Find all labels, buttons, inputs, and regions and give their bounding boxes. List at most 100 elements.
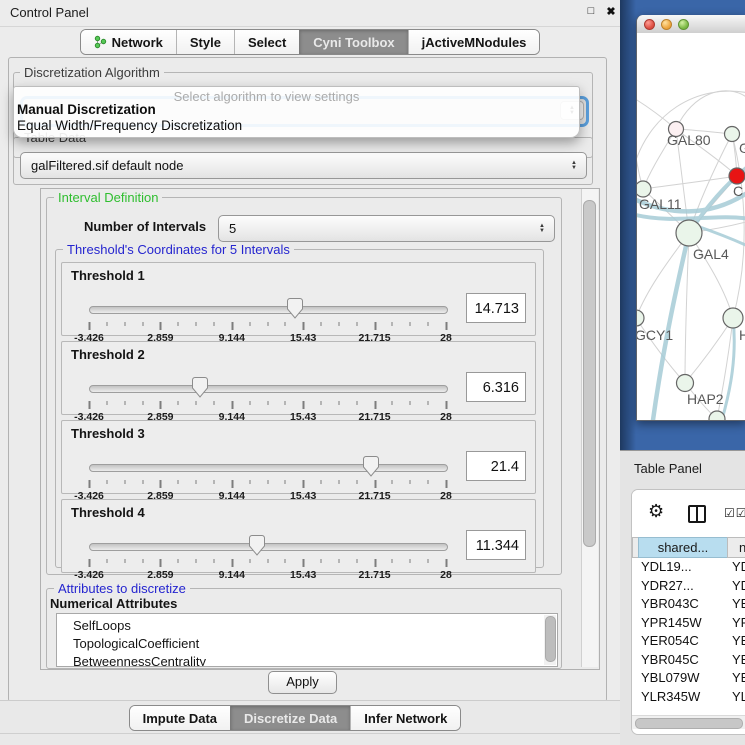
node-label: GA bbox=[739, 140, 745, 156]
close-panel-icon[interactable]: ✖ bbox=[604, 5, 618, 18]
network-node-hap2[interactable] bbox=[677, 375, 694, 392]
network-node-gal4[interactable] bbox=[676, 220, 702, 246]
cell-shared-name: YBR045C bbox=[641, 652, 699, 667]
network-canvas[interactable]: GAL80GACGAL11GAL4GCY1HHAP2 bbox=[637, 33, 745, 420]
close-window-icon[interactable] bbox=[644, 19, 655, 30]
table-hscrollbar-track[interactable] bbox=[632, 715, 745, 729]
table-header-row: shared...n bbox=[632, 537, 745, 558]
table-row[interactable]: YBL079WYBL0 bbox=[632, 669, 745, 688]
slider-thumb[interactable] bbox=[363, 456, 379, 477]
table-toolbar: ⚙ ☑☑ bbox=[632, 490, 745, 537]
numerical-attributes-label: Numerical Attributes bbox=[50, 596, 177, 611]
control-panel-title: Control Panel bbox=[10, 5, 89, 20]
attribute-item[interactable]: BetweennessCentrality bbox=[73, 653, 557, 667]
slider-tick-labels: -3.4262.8599.14415.4321.71528 bbox=[89, 481, 446, 493]
node-label: C bbox=[733, 183, 743, 199]
node-label: H bbox=[739, 327, 745, 343]
network-node-ga[interactable] bbox=[725, 127, 740, 142]
table-row[interactable]: YER054CYER0 bbox=[632, 632, 745, 651]
node-label: GAL80 bbox=[667, 132, 711, 148]
threshold-slider[interactable]: -3.4262.8599.14415.4321.71528 bbox=[89, 535, 446, 572]
tab-discretize-data[interactable]: Discretize Data bbox=[230, 706, 350, 730]
threshold-panel: Threshold 2 -3.4262.8599.14415.4321.7152… bbox=[61, 341, 536, 415]
tab-impute-data[interactable]: Impute Data bbox=[130, 706, 230, 730]
discretization-algorithm-group-title: Discretization Algorithm bbox=[20, 65, 164, 80]
slider-thumb[interactable] bbox=[192, 377, 208, 398]
threshold-value-field[interactable]: 11.344 bbox=[466, 530, 526, 560]
bottom-divider bbox=[0, 733, 620, 734]
zoom-window-icon[interactable] bbox=[678, 19, 689, 30]
cell-name: YER0 bbox=[732, 633, 745, 648]
cell-shared-name: YLR345W bbox=[641, 689, 700, 704]
threshold-rows: Threshold 1 -3.4262.8599.14415.4321.7152… bbox=[61, 262, 536, 573]
table-hscrollbar-thumb[interactable] bbox=[635, 718, 743, 729]
table-row[interactable]: YLR345WYLR3 bbox=[632, 688, 745, 706]
number-of-intervals-combobox[interactable]: 5 ▲▼ bbox=[218, 215, 555, 242]
cell-shared-name: YDR27... bbox=[641, 578, 694, 593]
list-scrollbar-thumb[interactable] bbox=[545, 616, 556, 662]
vertical-scrollbar-thumb[interactable] bbox=[583, 200, 596, 547]
numerical-attributes-list[interactable]: SelfLoopsTopologicalCoefficientBetweenne… bbox=[56, 613, 558, 667]
slider-track[interactable] bbox=[89, 543, 448, 551]
attribute-item[interactable]: SelfLoops bbox=[73, 617, 557, 635]
slider-tick-labels: -3.4262.8599.14415.4321.71528 bbox=[89, 402, 446, 414]
node-label: GAL4 bbox=[693, 246, 729, 262]
select-checkboxes-icon[interactable]: ☑☑ bbox=[724, 506, 745, 520]
tick-label: 2.859 bbox=[147, 569, 173, 581]
cell-shared-name: YDL19... bbox=[641, 559, 692, 574]
cell-shared-name: YBR043C bbox=[641, 596, 699, 611]
column-header-shared-[interactable]: shared... bbox=[638, 537, 728, 558]
slider-track[interactable] bbox=[89, 306, 448, 314]
column-split-icon[interactable] bbox=[688, 505, 706, 523]
network-node-gcy1[interactable] bbox=[637, 310, 644, 326]
table-data-combobox[interactable]: galFiltered.sif default node ▲▼ bbox=[20, 152, 587, 179]
cell-shared-name: YBL079W bbox=[641, 670, 700, 685]
table-row[interactable]: YBR043C YBR0 bbox=[632, 595, 745, 614]
cell-name: YPR1 bbox=[732, 615, 745, 630]
attribute-item[interactable]: TopologicalCoefficient bbox=[73, 635, 557, 653]
slider-track[interactable] bbox=[89, 464, 448, 472]
tab-network[interactable]: Network bbox=[81, 30, 176, 54]
tab-select[interactable]: Select bbox=[234, 30, 299, 54]
table-panel-title: Table Panel bbox=[634, 461, 702, 476]
tab-label: Impute Data bbox=[143, 711, 217, 726]
tab-label: jActiveMNodules bbox=[422, 35, 527, 50]
table-row[interactable]: YDL19... YDL1 bbox=[632, 558, 745, 577]
table-row[interactable]: YBR045CYBR0 bbox=[632, 651, 745, 670]
float-window-icon[interactable]: □ bbox=[584, 5, 598, 17]
tab-jactivemnodules[interactable]: jActiveMNodules bbox=[408, 30, 540, 54]
threshold-value-field[interactable]: 6.316 bbox=[466, 372, 526, 402]
table-row[interactable]: YPR145WYPR1 bbox=[632, 614, 745, 633]
popup-option-manual-discretization[interactable]: Manual Discretization bbox=[17, 102, 156, 117]
threshold-slider[interactable]: -3.4262.8599.14415.4321.71528 bbox=[89, 456, 446, 493]
network-view-window[interactable]: GAL80GACGAL11GAL4GCY1HHAP2 bbox=[636, 15, 745, 421]
network-node-c[interactable] bbox=[729, 168, 745, 184]
cell-name: YDL1 bbox=[732, 559, 745, 574]
threshold-slider[interactable]: -3.4262.8599.14415.4321.71528 bbox=[89, 298, 446, 335]
slider-thumb[interactable] bbox=[249, 535, 265, 556]
threshold-value-field[interactable]: 14.713 bbox=[466, 293, 526, 323]
apply-button[interactable]: Apply bbox=[268, 671, 337, 694]
popup-option-equal-width-frequency[interactable]: Equal Width/Frequency Discretization bbox=[17, 118, 242, 133]
tab-style[interactable]: Style bbox=[176, 30, 234, 54]
tab-infer-network[interactable]: Infer Network bbox=[350, 706, 460, 730]
table-row[interactable]: YDR27... YDR2 bbox=[632, 577, 745, 596]
threshold-panel: Threshold 1 -3.4262.8599.14415.4321.7152… bbox=[61, 262, 536, 336]
gear-icon[interactable]: ⚙ bbox=[648, 501, 664, 522]
slider-thumb[interactable] bbox=[287, 298, 303, 319]
network-node-h[interactable] bbox=[723, 308, 743, 328]
network-icon bbox=[94, 35, 107, 49]
tab-cyni-toolbox[interactable]: Cyni Toolbox bbox=[299, 30, 407, 54]
slider-tick-labels: -3.4262.8599.14415.4321.71528 bbox=[89, 323, 446, 335]
slider-track[interactable] bbox=[89, 385, 448, 393]
tab-label: Select bbox=[248, 35, 286, 50]
column-header-n[interactable]: n bbox=[727, 537, 745, 558]
spinner-arrows-icon: ▲▼ bbox=[571, 161, 577, 171]
threshold-value-field[interactable]: 21.4 bbox=[466, 451, 526, 481]
network-node-gal11[interactable] bbox=[637, 181, 651, 197]
threshold-slider[interactable]: -3.4262.8599.14415.4321.71528 bbox=[89, 377, 446, 414]
cell-name: YDR2 bbox=[732, 578, 745, 593]
cell-name: YBR0 bbox=[732, 596, 745, 611]
minimize-window-icon[interactable] bbox=[661, 19, 672, 30]
network-window-titlebar[interactable] bbox=[637, 15, 745, 34]
